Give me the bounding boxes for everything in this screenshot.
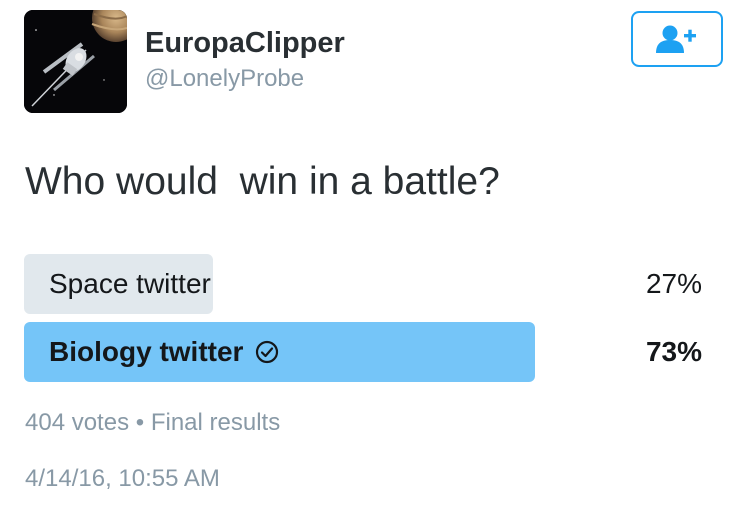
user-handle[interactable]: @LonelyProbe [145,65,304,93]
poll-option-percent: 73% [645,336,702,367]
follow-button[interactable] [631,11,723,67]
spacecraft-icon [24,10,127,113]
poll-option-space-twitter: Space twitter 27% [24,254,702,314]
poll-option-biology-twitter: Biology twitter 73% [24,322,702,382]
separator-dot: • [135,409,145,436]
timestamp[interactable]: 4/14/16, 10:55 AM [25,465,220,493]
display-name[interactable]: EuropaClipper [145,27,345,60]
poll-meta: 404 votes • Final results [25,409,280,437]
check-circle-icon [255,340,279,364]
avatar[interactable] [24,10,127,113]
poll-status: Final results [150,409,281,436]
poll-option-percent: 27% [645,268,702,299]
vote-count: 404 votes [25,409,130,436]
poll-option-label: Biology twitter [49,336,244,367]
add-user-icon [656,25,696,53]
tweet-text: Who would win in a battle? [25,160,500,203]
poll-option-label: Space twitter [49,268,211,299]
